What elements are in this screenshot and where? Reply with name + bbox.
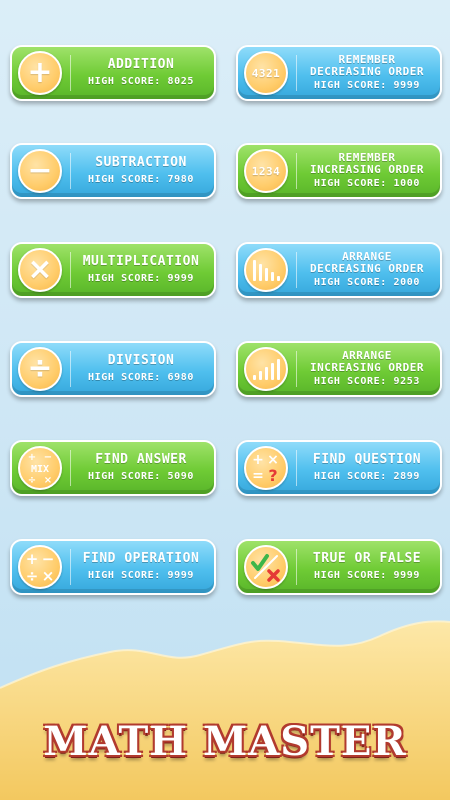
high-score: HIGH SCORE: 9999 (88, 569, 194, 581)
find-operation-button[interactable]: + − ÷ × FIND OPERATION HIGH SCORE: 9999 (10, 539, 216, 595)
svg-text:=: = (252, 468, 264, 484)
check-cross-icon (244, 545, 288, 589)
minus-icon: − (18, 149, 62, 193)
high-score: HIGH SCORE: 9999 (88, 272, 194, 284)
svg-text:÷: ÷ (28, 475, 36, 486)
remember-decreasing-order-button[interactable]: 4321 REMEMBER DECREASING ORDER HIGH SCOR… (236, 45, 442, 101)
svg-text:+: + (26, 550, 39, 568)
card-divider (70, 153, 71, 189)
card-text: DIVISION HIGH SCORE: 6980 (72, 343, 210, 395)
svg-text:?: ? (268, 466, 277, 485)
bars-decreasing-icon (244, 248, 288, 292)
card-divider (296, 450, 297, 486)
times-icon: × (18, 248, 62, 292)
card-text: MULTIPLICATION HIGH SCORE: 9999 (72, 244, 210, 296)
find-answer-button[interactable]: + − MIX ÷ × FIND ANSWER HIGH SCORE: 5090 (10, 440, 216, 496)
game-title-line1: ARRANGE (342, 249, 392, 263)
true-or-false-button[interactable]: TRUE OR FALSE HIGH SCORE: 9999 (236, 539, 442, 595)
high-score: HIGH SCORE: 9253 (314, 375, 420, 387)
high-score: HIGH SCORE: 9999 (314, 569, 420, 581)
game-title-line1: ARRANGE (342, 348, 392, 362)
arrange-increasing-order-button[interactable]: ARRANGE INCREASING ORDER HIGH SCORE: 925… (236, 341, 442, 397)
card-text: ADDITION HIGH SCORE: 8025 (72, 47, 210, 99)
high-score: HIGH SCORE: 1000 (314, 177, 420, 189)
card-divider (296, 153, 297, 189)
game-title: MULTIPLICATION (82, 253, 200, 269)
game-menu-screen: + ADDITION HIGH SCORE: 8025 4321 REMEMBE… (0, 0, 450, 800)
game-title: DIVISION (107, 352, 175, 368)
high-score: HIGH SCORE: 2899 (314, 470, 420, 482)
card-text: REMEMBER INCREASING ORDER HIGH SCORE: 10… (298, 145, 436, 197)
addition-button[interactable]: + ADDITION HIGH SCORE: 8025 (10, 45, 216, 101)
remember-increasing-order-button[interactable]: 1234 REMEMBER INCREASING ORDER HIGH SCOR… (236, 143, 442, 199)
plus-icon: + (18, 51, 62, 95)
game-title: FIND ANSWER (95, 451, 187, 467)
high-score: HIGH SCORE: 6980 (88, 371, 194, 383)
card-text: FIND QUESTION HIGH SCORE: 2899 (298, 442, 436, 494)
high-score: HIGH SCORE: 9999 (314, 79, 420, 91)
card-text: ARRANGE DECREASING ORDER HIGH SCORE: 200… (298, 244, 436, 296)
operators-grid-icon: + − ÷ × (18, 545, 62, 589)
card-divider (70, 450, 71, 486)
card-text: ARRANGE INCREASING ORDER HIGH SCORE: 925… (298, 343, 436, 395)
svg-text:−: − (44, 452, 52, 463)
card-divider (296, 549, 297, 585)
svg-text:×: × (42, 567, 55, 585)
card-divider (70, 549, 71, 585)
svg-text:+: + (28, 452, 36, 463)
svg-text:+: + (252, 452, 264, 468)
sand-background (0, 620, 450, 800)
card-text: SUBTRACTION HIGH SCORE: 7980 (72, 145, 210, 197)
question-operators-icon: + × = ? (244, 446, 288, 490)
card-divider (70, 252, 71, 288)
high-score: HIGH SCORE: 7980 (88, 173, 194, 185)
game-title: ADDITION (107, 56, 175, 72)
app-title: MATH MASTER (43, 718, 407, 765)
subtraction-button[interactable]: − SUBTRACTION HIGH SCORE: 7980 (10, 143, 216, 199)
card-divider (70, 351, 71, 387)
card-divider (296, 351, 297, 387)
card-divider (296, 252, 297, 288)
find-question-button[interactable]: + × = ? FIND QUESTION HIGH SCORE: 2899 (236, 440, 442, 496)
card-text: FIND OPERATION HIGH SCORE: 9999 (72, 541, 210, 593)
high-score: HIGH SCORE: 5090 (88, 470, 194, 482)
game-title: TRUE OR FALSE (312, 550, 422, 566)
mix-operators-icon: + − MIX ÷ × (18, 446, 62, 490)
game-title: SUBTRACTION (95, 154, 187, 170)
divide-icon: ÷ (18, 347, 62, 391)
number-sequence-icon: 1234 (244, 149, 288, 193)
high-score: HIGH SCORE: 8025 (88, 75, 194, 87)
multiplication-button[interactable]: × MULTIPLICATION HIGH SCORE: 9999 (10, 242, 216, 298)
svg-text:MIX: MIX (31, 464, 49, 475)
arrange-decreasing-order-button[interactable]: ARRANGE DECREASING ORDER HIGH SCORE: 200… (236, 242, 442, 298)
bars-increasing-icon (244, 347, 288, 391)
svg-text:×: × (44, 475, 52, 486)
card-text: TRUE OR FALSE HIGH SCORE: 9999 (298, 541, 436, 593)
game-title-line2: DECREASING ORDER (310, 64, 424, 78)
high-score: HIGH SCORE: 2000 (314, 276, 420, 288)
card-divider (70, 55, 71, 91)
game-title: FIND QUESTION (312, 451, 422, 467)
number-sequence-icon: 4321 (244, 51, 288, 95)
game-title-line2: INCREASING ORDER (310, 360, 424, 374)
game-title-line2: INCREASING ORDER (310, 162, 424, 176)
svg-text:÷: ÷ (26, 567, 39, 585)
game-title: FIND OPERATION (82, 550, 200, 566)
svg-text:−: − (42, 550, 55, 568)
division-button[interactable]: ÷ DIVISION HIGH SCORE: 6980 (10, 341, 216, 397)
game-title-line1: REMEMBER (338, 150, 396, 164)
game-title-line2: DECREASING ORDER (310, 261, 424, 275)
game-title-line1: REMEMBER (338, 52, 396, 66)
card-divider (296, 55, 297, 91)
card-text: FIND ANSWER HIGH SCORE: 5090 (72, 442, 210, 494)
card-text: REMEMBER DECREASING ORDER HIGH SCORE: 99… (298, 47, 436, 99)
